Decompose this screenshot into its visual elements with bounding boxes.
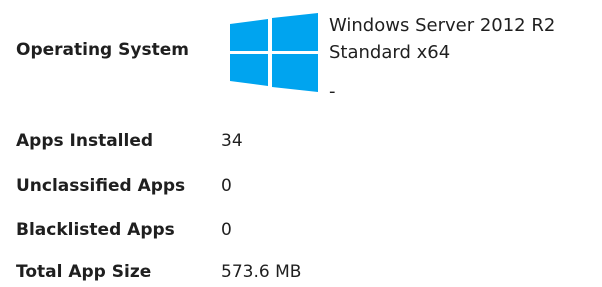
- os-name: Windows Server 2012 R2 Standard x64: [329, 15, 556, 63]
- stat-value: 0: [221, 176, 232, 196]
- stat-value: 34: [221, 131, 243, 151]
- stat-value: 0: [221, 220, 232, 240]
- stat-label: Blacklisted Apps: [16, 220, 175, 240]
- windows-logo-pane-top-right: [272, 13, 318, 51]
- stat-label: Unclassified Apps: [16, 176, 186, 196]
- stat-label: Apps Installed: [16, 131, 154, 151]
- windows-logo-pane-top-left: [230, 19, 268, 51]
- os-label: Operating System: [16, 40, 189, 60]
- stat-value: 573.6 MB: [221, 262, 302, 282]
- windows-logo-pane-bottom-right: [272, 54, 318, 92]
- windows-logo-icon: [230, 13, 318, 92]
- windows-logo-pane-bottom-left: [230, 54, 268, 86]
- os-extra: -: [329, 81, 336, 102]
- stat-label: Total App Size: [16, 262, 152, 282]
